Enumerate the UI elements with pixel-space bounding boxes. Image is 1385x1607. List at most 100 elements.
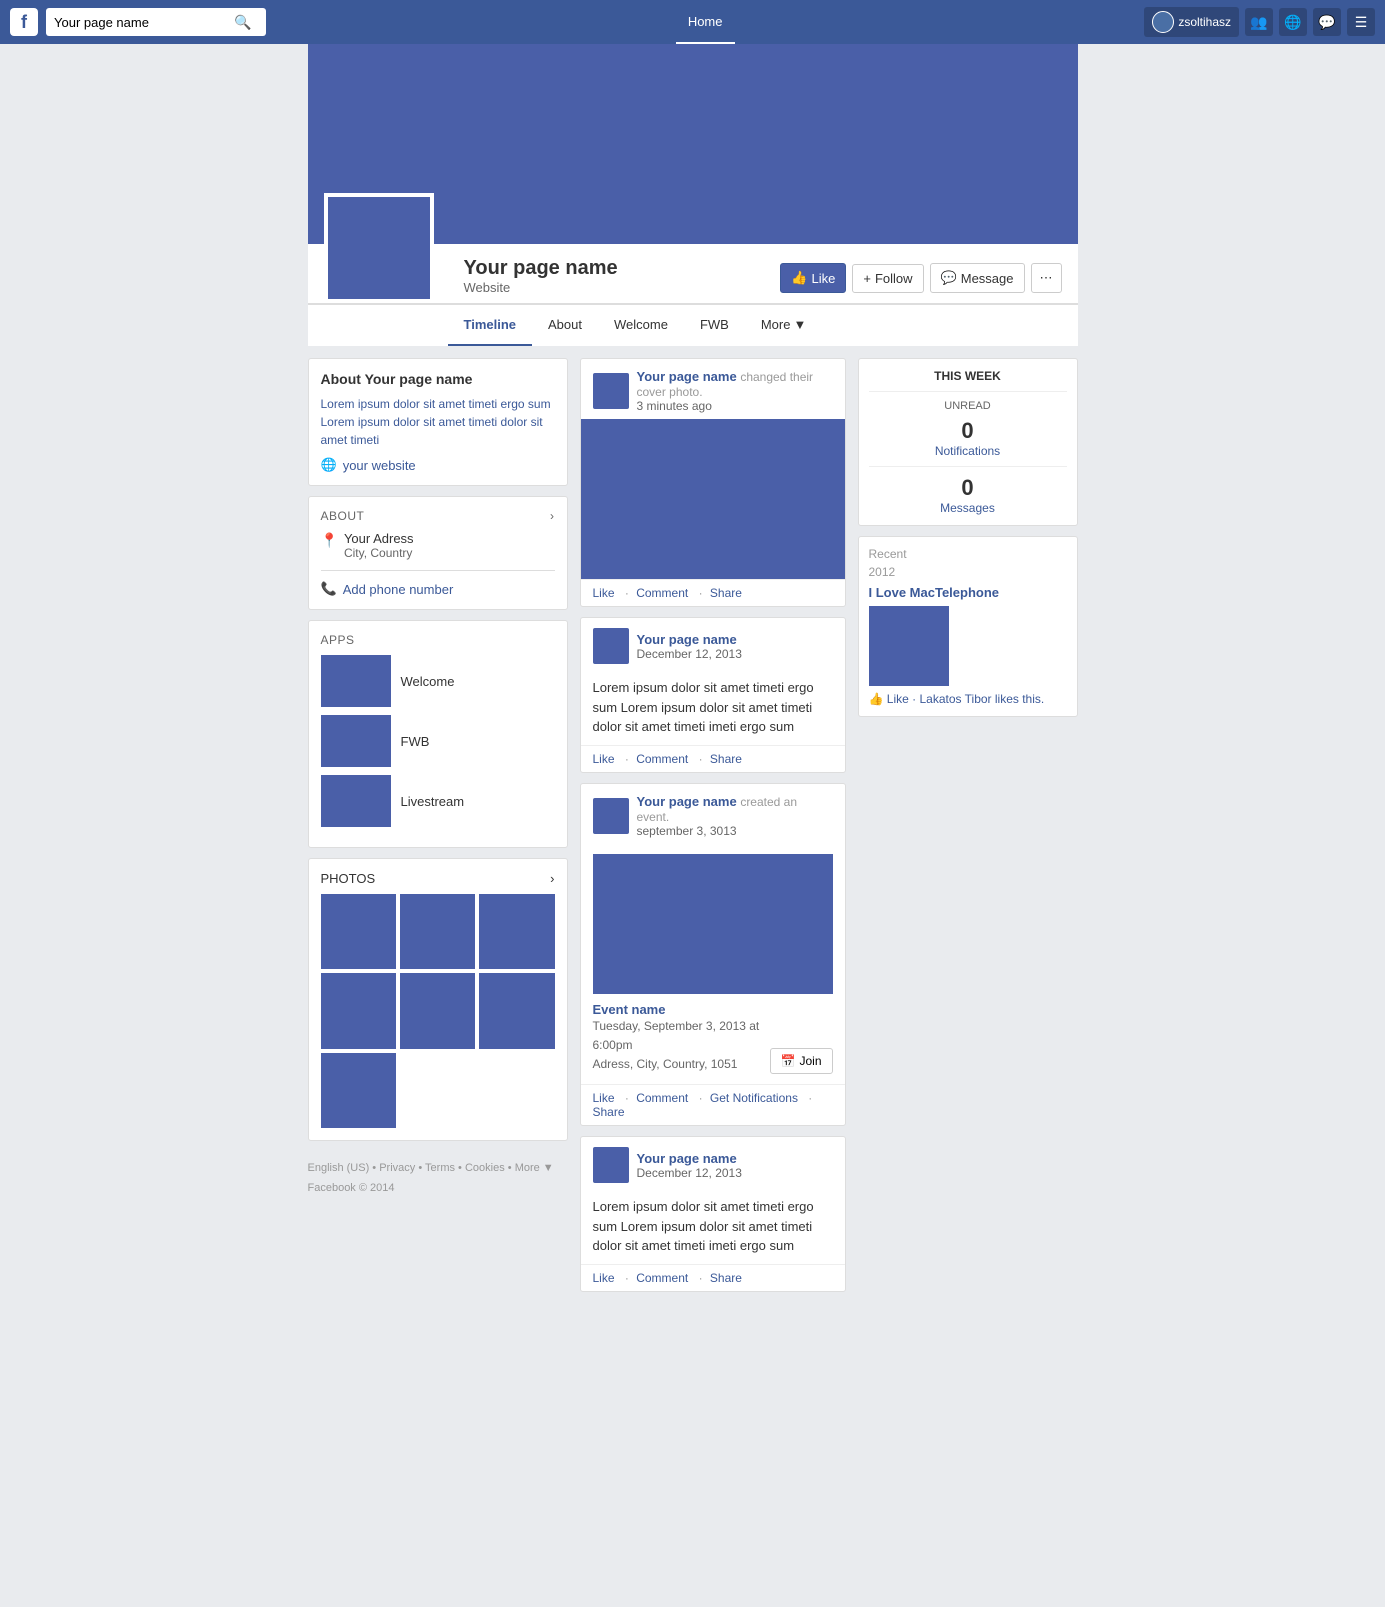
event-join: Event name Tuesday, September 3, 2013 at… bbox=[593, 1002, 833, 1075]
post-3-actions: Like · Comment · Get Notifications · Sha… bbox=[581, 1084, 845, 1125]
notification-box: THIS WEEK UNREAD 0 Notifications 0 Messa… bbox=[858, 358, 1078, 526]
unread-label: UNREAD bbox=[869, 400, 1067, 412]
recent-year: 2012 bbox=[869, 565, 1067, 579]
left-sidebar: About Your page name Lorem ipsum dolor s… bbox=[308, 358, 568, 1302]
user-menu[interactable]: zsoltihasz bbox=[1144, 7, 1239, 37]
post-3-getnotif[interactable]: Get Notifications bbox=[710, 1091, 798, 1105]
post-3: Your page name created an event. septemb… bbox=[580, 783, 846, 1127]
post-2-comment[interactable]: Comment bbox=[636, 752, 688, 766]
event-block: Event name Tuesday, September 3, 2013 at… bbox=[581, 844, 845, 1085]
post-2-actions: Like · Comment · Share bbox=[581, 745, 845, 772]
chevron-right-icon[interactable]: › bbox=[550, 509, 555, 523]
post-3-author[interactable]: Your page name bbox=[637, 794, 737, 809]
post-1-author[interactable]: Your page name bbox=[637, 369, 737, 384]
app-livestream[interactable]: Livestream bbox=[321, 775, 555, 827]
post-2-share[interactable]: Share bbox=[710, 752, 742, 766]
post-4-author[interactable]: Your page name bbox=[637, 1151, 737, 1166]
page-actions: 👍 Like + Follow 💬 Message ⋯ bbox=[780, 263, 1061, 303]
recent-like-info: 👍 Like · Lakatos Tibor likes this. bbox=[869, 692, 1067, 706]
footer-privacy[interactable]: Privacy bbox=[379, 1162, 415, 1174]
apps-section: APPS Welcome FWB Livestream bbox=[308, 620, 568, 848]
tab-welcome[interactable]: Welcome bbox=[598, 305, 684, 346]
photo-5[interactable] bbox=[400, 973, 475, 1048]
post-4-comment[interactable]: Comment bbox=[636, 1271, 688, 1285]
post-4-avatar bbox=[593, 1147, 629, 1183]
notifications-label[interactable]: Notifications bbox=[869, 444, 1067, 458]
footer-links: English (US) • Privacy • Terms • Cookies… bbox=[308, 1151, 568, 1207]
app-welcome[interactable]: Welcome bbox=[321, 655, 555, 707]
photos-section: PHOTOS › bbox=[308, 858, 568, 1141]
post-4-share[interactable]: Share bbox=[710, 1271, 742, 1285]
page-info: Your page name Website bbox=[464, 257, 781, 303]
photo-6[interactable] bbox=[479, 973, 554, 1048]
menu-icon[interactable]: ☰ bbox=[1347, 8, 1375, 36]
join-button[interactable]: 📅 Join bbox=[770, 1048, 833, 1074]
tab-fwb[interactable]: FWB bbox=[684, 305, 745, 346]
photo-7[interactable] bbox=[321, 1053, 396, 1128]
cover-bottom: Your page name Website 👍 Like + Follow 💬… bbox=[308, 244, 1078, 304]
search-icon: 🔍 bbox=[234, 14, 251, 31]
photo-1[interactable] bbox=[321, 894, 396, 969]
user-name: zsoltihasz bbox=[1178, 15, 1231, 29]
footer-english[interactable]: English (US) bbox=[308, 1162, 370, 1174]
post-1-avatar bbox=[593, 373, 629, 409]
phone-link[interactable]: 📞 Add phone number bbox=[321, 581, 555, 597]
post-3-comment[interactable]: Comment bbox=[636, 1091, 688, 1105]
chevron-down-icon: ▼ bbox=[793, 317, 806, 332]
location-icon: 📍 bbox=[321, 532, 338, 549]
address-sub: City, Country bbox=[344, 546, 414, 560]
post-1-image bbox=[581, 419, 845, 579]
footer-more[interactable]: More bbox=[515, 1162, 540, 1174]
photos-chevron-icon[interactable]: › bbox=[550, 871, 554, 886]
tab-more[interactable]: More ▼ bbox=[745, 305, 823, 346]
post-2-header: Your page name December 12, 2013 bbox=[581, 618, 845, 670]
home-link[interactable]: Home bbox=[676, 0, 735, 44]
app-fwb[interactable]: FWB bbox=[321, 715, 555, 767]
like-button[interactable]: 👍 Like bbox=[780, 263, 846, 293]
search-bar[interactable]: 🔍 bbox=[46, 8, 266, 36]
chat-icon[interactable]: 💬 bbox=[1313, 8, 1341, 36]
search-input[interactable] bbox=[54, 15, 234, 30]
post-3-like[interactable]: Like bbox=[593, 1091, 615, 1105]
post-3-share[interactable]: Share bbox=[593, 1105, 625, 1119]
tab-timeline[interactable]: Timeline bbox=[448, 305, 533, 346]
message-button[interactable]: 💬 Message bbox=[930, 263, 1025, 293]
photo-2[interactable] bbox=[400, 894, 475, 969]
post-1-comment[interactable]: Comment bbox=[636, 586, 688, 600]
more-dots-button[interactable]: ⋯ bbox=[1031, 263, 1062, 293]
post-1-time: 3 minutes ago bbox=[637, 399, 833, 413]
avatar bbox=[1152, 11, 1174, 33]
follow-button[interactable]: + Follow bbox=[852, 264, 923, 293]
post-1-like[interactable]: Like bbox=[593, 586, 615, 600]
recent-box: Recent 2012 I Love MacTelephone 👍 Like ·… bbox=[858, 536, 1078, 717]
friends-icon[interactable]: 👥 bbox=[1245, 8, 1273, 36]
website-link[interactable]: 🌐 your website bbox=[321, 457, 555, 473]
post-4: Your page name December 12, 2013 Lorem i… bbox=[580, 1136, 846, 1292]
address-section: ABOUT › 📍 Your Adress City, Country 📞 Ad… bbox=[308, 496, 568, 610]
event-address: Adress, City, Country, 1051 bbox=[593, 1055, 770, 1074]
footer-cookies[interactable]: Cookies bbox=[465, 1162, 505, 1174]
post-2-author[interactable]: Your page name bbox=[637, 632, 737, 647]
photos-label: PHOTOS bbox=[321, 871, 376, 886]
tab-about[interactable]: About bbox=[532, 305, 598, 346]
photo-4[interactable] bbox=[321, 973, 396, 1048]
event-name[interactable]: Event name bbox=[593, 1002, 770, 1017]
notifications-count: 0 bbox=[869, 418, 1067, 444]
post-2-like[interactable]: Like bbox=[593, 752, 615, 766]
post-4-time: December 12, 2013 bbox=[637, 1166, 742, 1180]
like-label[interactable]: Like bbox=[887, 692, 909, 706]
globe-icon[interactable]: 🌐 bbox=[1279, 8, 1307, 36]
post-2-time: December 12, 2013 bbox=[637, 647, 742, 661]
about-title: About Your page name bbox=[321, 371, 555, 387]
footer-terms[interactable]: Terms bbox=[425, 1162, 455, 1174]
calendar-icon: 📅 bbox=[781, 1054, 796, 1068]
topnav: f 🔍 Home zsoltihasz 👥 🌐 💬 ☰ bbox=[0, 0, 1385, 44]
messages-label[interactable]: Messages bbox=[869, 501, 1067, 515]
post-3-avatar bbox=[593, 798, 629, 834]
post-1-share[interactable]: Share bbox=[710, 586, 742, 600]
photo-3[interactable] bbox=[479, 894, 554, 969]
post-4-like[interactable]: Like bbox=[593, 1271, 615, 1285]
page-tabs: Timeline About Welcome FWB More ▼ bbox=[308, 304, 1078, 346]
recent-page-name[interactable]: I Love MacTelephone bbox=[869, 585, 1067, 600]
recent-thumb[interactable] bbox=[869, 606, 949, 686]
